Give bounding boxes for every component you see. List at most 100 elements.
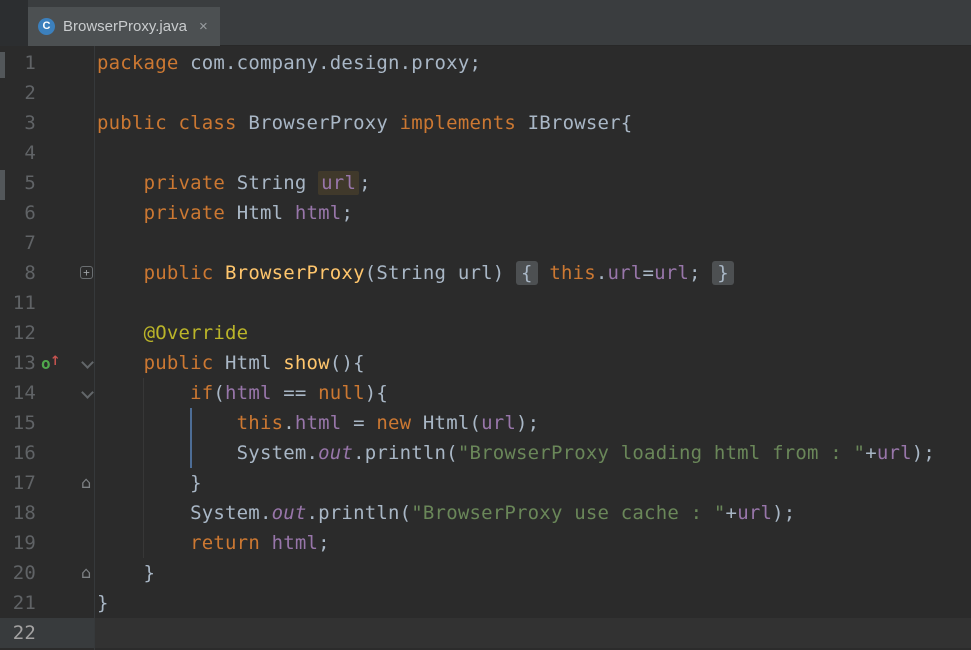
code-text[interactable] <box>97 228 971 258</box>
code-line[interactable]: 19 return html; <box>0 528 971 558</box>
code-line[interactable]: 3 public class BrowserProxy implements IB… <box>0 108 971 138</box>
code-text[interactable] <box>97 138 971 168</box>
code-text[interactable] <box>97 78 971 108</box>
code-line[interactable]: 6 private Html html; <box>0 198 971 228</box>
code-line[interactable]: 4 <box>0 138 971 168</box>
override-icon[interactable] <box>41 348 61 378</box>
code-line[interactable]: 20 } <box>0 558 971 588</box>
editor-tab-browserproxy[interactable]: C BrowserProxy.java × <box>28 7 220 46</box>
code-token: ); <box>516 412 540 434</box>
gutter-icon-area <box>36 438 97 468</box>
line-number[interactable]: 7 <box>0 228 36 258</box>
code-line[interactable]: 18 System.out.println("BrowserProxy use … <box>0 498 971 528</box>
code-token: (){ <box>329 352 365 374</box>
code-text[interactable]: public BrowserProxy(String url) { this.u… <box>97 258 971 288</box>
gutter-icon-area <box>36 618 97 648</box>
fold-up-icon[interactable] <box>81 558 91 588</box>
code-line[interactable]: 11 <box>0 288 971 318</box>
line-number[interactable]: 14 <box>0 378 36 408</box>
line-number[interactable]: 2 <box>0 78 36 108</box>
code-text[interactable]: this.html = new Html(url); <box>97 408 971 438</box>
code-token: url <box>481 412 517 434</box>
code-token: html <box>225 382 272 404</box>
code-text[interactable]: public Html show(){ <box>97 348 971 378</box>
gutter-icon-area <box>36 348 97 378</box>
fold-expand-icon[interactable] <box>80 266 93 279</box>
line-number[interactable]: 22 <box>0 618 36 648</box>
code-token: = <box>642 262 655 284</box>
code-token: ; <box>359 172 371 194</box>
line-number[interactable]: 17 <box>0 468 36 498</box>
fold-down-icon[interactable] <box>81 386 94 399</box>
code-text[interactable]: } <box>97 558 971 588</box>
code-token: } <box>97 592 109 614</box>
editor-tab-bar: C BrowserProxy.java × <box>0 0 971 46</box>
line-number[interactable]: 12 <box>0 318 36 348</box>
line-number[interactable]: 3 <box>0 108 36 138</box>
code-line[interactable]: 14 if(html == null){ <box>0 378 971 408</box>
code-text[interactable]: public class BrowserProxy implements IBr… <box>97 108 971 138</box>
gutter-icon-area <box>36 168 97 198</box>
code-text[interactable]: package com.company.design.proxy; <box>97 48 971 78</box>
line-number[interactable]: 6 <box>0 198 36 228</box>
line-number[interactable]: 11 <box>0 288 36 318</box>
code-line[interactable]: 15 this.html = new Html(url); <box>0 408 971 438</box>
line-number[interactable]: 19 <box>0 528 36 558</box>
code-text[interactable] <box>97 288 971 318</box>
code-text[interactable]: } <box>97 468 971 498</box>
line-number[interactable]: 13 <box>0 348 36 378</box>
code-text[interactable]: private String url; <box>97 168 971 198</box>
code-token: html <box>294 412 342 434</box>
line-number[interactable]: 4 <box>0 138 36 168</box>
code-text[interactable] <box>97 618 971 648</box>
gutter-icon-area <box>36 288 97 318</box>
code-token: ( <box>213 382 226 404</box>
code-token: Html <box>225 352 284 374</box>
code-token: public class <box>97 112 249 134</box>
code-line[interactable]: 7 <box>0 228 971 258</box>
gutter-icon-area <box>36 48 97 78</box>
code-editor[interactable]: 1 package com.company.design.proxy; 2 3 publ… <box>0 46 971 650</box>
code-line[interactable]: 1 package com.company.design.proxy; <box>0 48 971 78</box>
line-number[interactable]: 16 <box>0 438 36 468</box>
code-token: out <box>318 442 354 464</box>
code-line[interactable]: 22 <box>0 618 971 648</box>
tab-title: BrowserProxy.java <box>63 18 187 35</box>
code-text[interactable]: System.out.println("BrowserProxy loading… <box>97 438 971 468</box>
line-number[interactable]: 8 <box>0 258 36 288</box>
code-token: com.company.design.proxy; <box>190 52 482 74</box>
code-text[interactable]: @Override <box>97 318 971 348</box>
gutter-icon-area <box>36 378 97 408</box>
line-number[interactable]: 21 <box>0 588 36 618</box>
line-number[interactable]: 1 <box>0 48 36 78</box>
code-line[interactable]: 17 } <box>0 468 971 498</box>
tab-close-icon[interactable]: × <box>199 19 208 34</box>
line-number[interactable]: 5 <box>0 168 36 198</box>
code-token: if <box>190 382 214 404</box>
code-token: System. <box>97 502 272 524</box>
code-line[interactable]: 8 public BrowserProxy(String url) { this… <box>0 258 971 288</box>
code-text[interactable]: private Html html; <box>97 198 971 228</box>
fold-down-icon[interactable] <box>81 356 94 369</box>
code-text[interactable]: if(html == null){ <box>97 378 971 408</box>
code-text[interactable]: return html; <box>97 528 971 558</box>
gutter-icon-area <box>36 408 97 438</box>
line-number[interactable]: 18 <box>0 498 36 528</box>
code-line[interactable]: 16 System.out.println("BrowserProxy load… <box>0 438 971 468</box>
line-number[interactable]: 15 <box>0 408 36 438</box>
code-line[interactable]: 21} <box>0 588 971 618</box>
line-number[interactable]: 20 <box>0 558 36 588</box>
code-text[interactable]: System.out.println("BrowserProxy use cac… <box>97 498 971 528</box>
code-line[interactable]: 5 private String url; <box>0 168 971 198</box>
code-text[interactable]: } <box>97 588 971 618</box>
code-line[interactable]: 2 <box>0 78 971 108</box>
code-lines: 1 package com.company.design.proxy; 2 3 publ… <box>0 46 971 648</box>
fold-up-icon[interactable] <box>81 468 91 498</box>
code-line[interactable]: 13 public Html show(){ <box>0 348 971 378</box>
code-line[interactable]: 12 @Override <box>0 318 971 348</box>
